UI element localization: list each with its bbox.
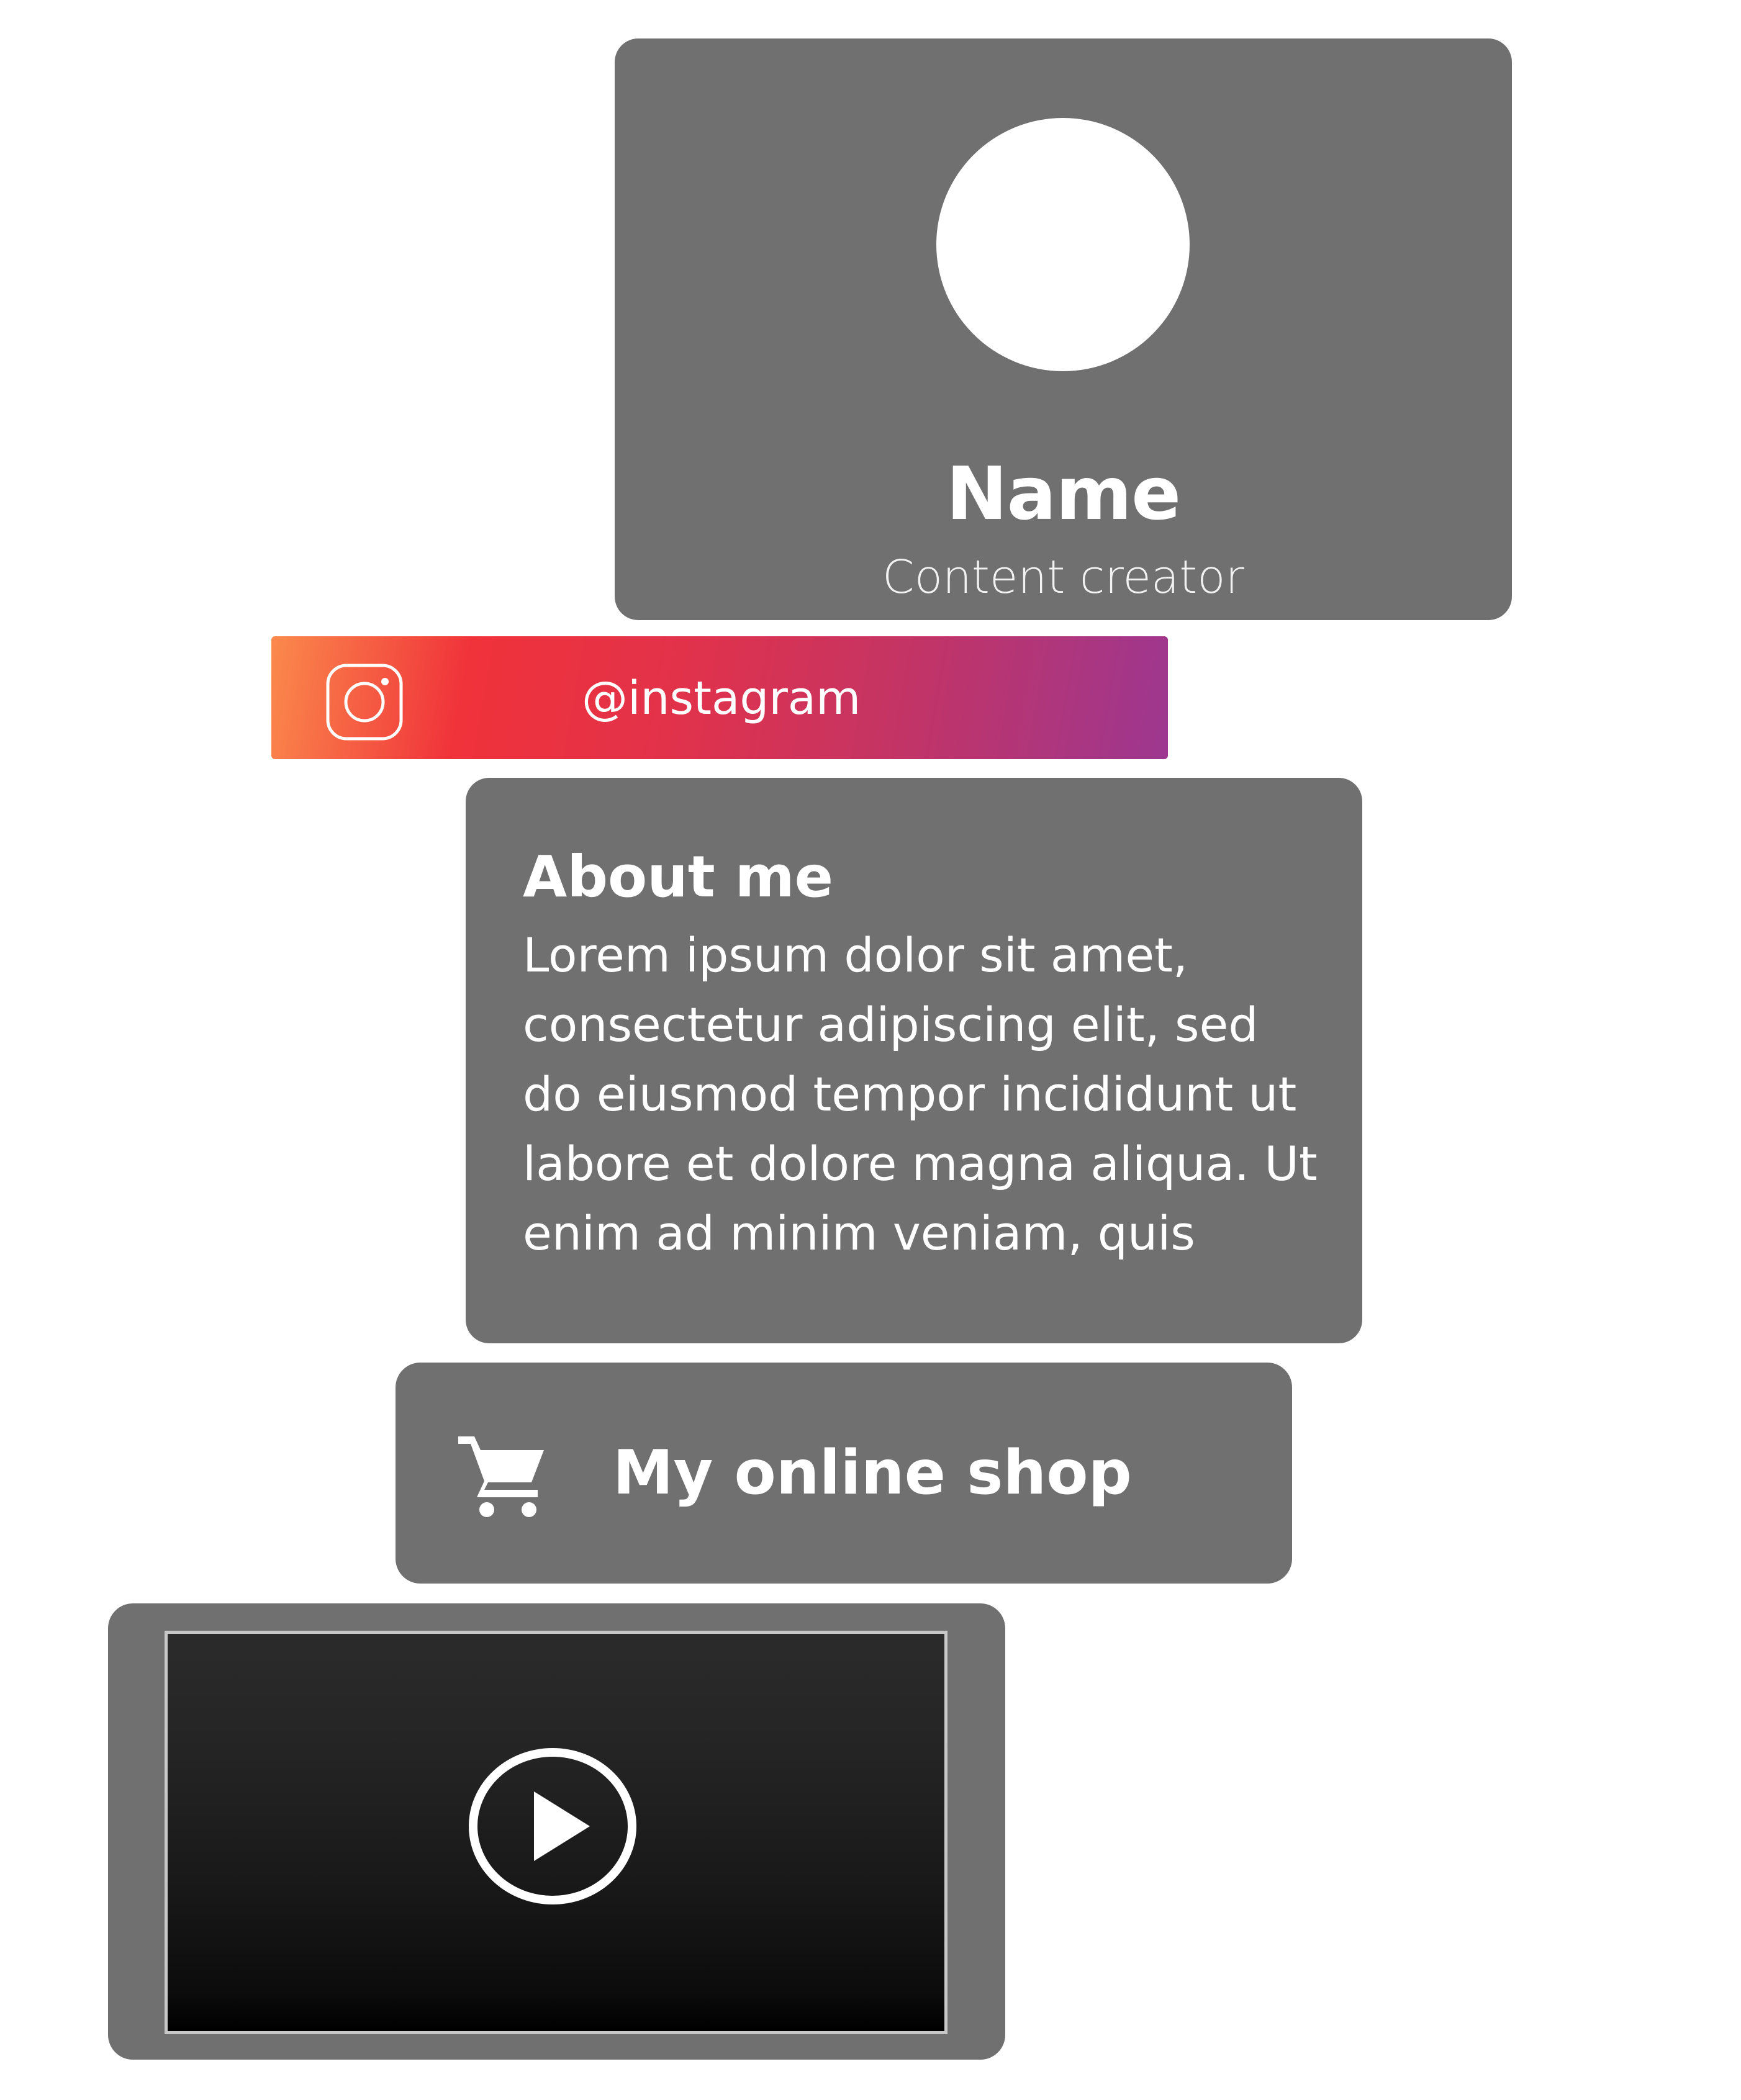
instagram-handle: @instagram [582,672,861,725]
about-card: About me Lorem ipsum dolor sit amet, con… [466,778,1362,1343]
profile-name: Name [946,451,1181,536]
shopping-cart-icon [458,1436,544,1517]
play-icon[interactable] [468,1747,637,1906]
profile-card: Name Content creator [615,38,1512,620]
instagram-icon [326,664,403,741]
video-player[interactable] [165,1631,947,2034]
shop-label: My online shop [613,1438,1132,1508]
video-card [108,1603,1005,2060]
profile-role: Content creator [882,551,1244,604]
about-body: Lorem ipsum dolor sit amet, consectetur … [523,927,1318,1261]
avatar [936,118,1190,371]
about-title: About me [523,844,834,910]
instagram-link[interactable]: @instagram [271,636,1168,759]
online-shop-button[interactable]: My online shop [396,1363,1292,1584]
